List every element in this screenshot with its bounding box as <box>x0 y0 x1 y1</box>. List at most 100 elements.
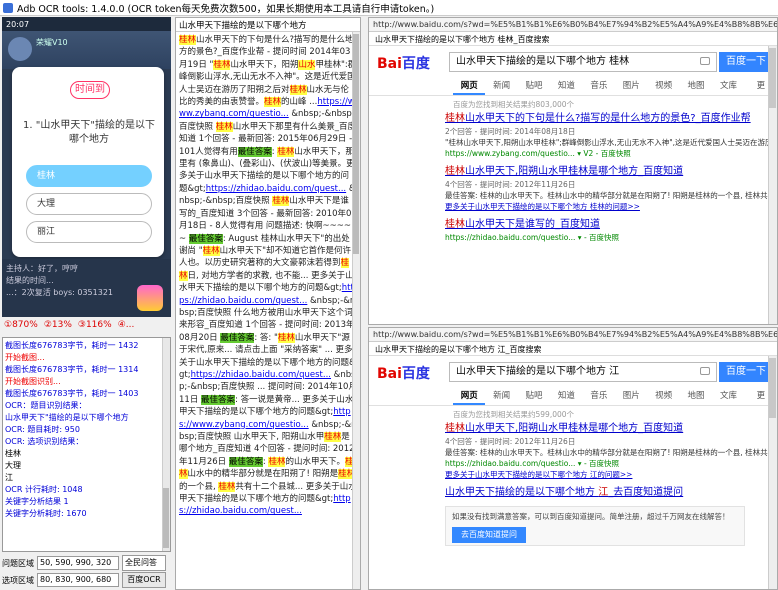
highlight: 桂林 <box>289 84 307 95</box>
nav-tab[interactable]: 视频 <box>647 386 679 405</box>
nav-tab[interactable]: 知道 <box>550 386 582 405</box>
nav-tab[interactable]: 网页 <box>453 386 486 405</box>
nav-tab[interactable]: 文库 <box>712 76 744 95</box>
log-line: 关键字分析结果 1 <box>5 497 69 506</box>
nav-tab[interactable]: 网页 <box>453 76 486 95</box>
highlight: 桂林 <box>202 245 220 256</box>
result-title-link[interactable]: 桂林山水甲天下,阳朔山水甲桂林是哪个地方_百度知道 <box>445 422 777 436</box>
quiz-question: 1. "山水甲天下"描绘的是以下哪个地方 <box>23 120 155 145</box>
avatar <box>8 37 32 61</box>
baidu-logo-bai: Bai <box>377 366 402 382</box>
result-link[interactable]: https://zhidao.baidu.com/quest... <box>191 370 331 380</box>
result-more-link[interactable]: 更多关于山水甲天下描绘的是以下哪个地方 桂林的问题>> <box>445 201 777 212</box>
log-panel[interactable]: 截图长度676783字节，耗时一 1432 开始截图... 截图长度676783字节… <box>2 337 171 552</box>
result-text: 的一个县, <box>179 481 219 492</box>
browser-tab[interactable]: 山水甲天下描绘的是以下哪个地方 江_百度搜索 <box>369 342 777 356</box>
browser-scrollbar[interactable] <box>768 356 777 589</box>
nav-tab[interactable]: 地图 <box>680 76 712 95</box>
stat-option-2: ②13% <box>43 320 72 330</box>
result-more-link[interactable]: 更多关于山水甲天下描绘的是以下哪个地方 江的问题>> <box>445 469 777 480</box>
nav-tab[interactable]: 贴吧 <box>518 386 550 405</box>
quiz-option-3[interactable]: 丽江 <box>26 221 152 243</box>
nav-tab[interactable]: 音乐 <box>583 386 615 405</box>
browser-scrollbar[interactable] <box>768 46 777 324</box>
result-text: 山水甲天下, 阳朔山水甲 <box>233 432 325 442</box>
question-region-input[interactable]: 50, 590, 990, 320 <box>37 556 119 570</box>
nav-tab[interactable]: 新闻 <box>485 386 517 405</box>
result-url[interactable]: https://www.zybang.com/questio... ▾ V2 -… <box>445 148 777 159</box>
highlight: 桂林 <box>264 97 282 108</box>
log-scrollbar[interactable] <box>162 338 170 551</box>
result-title-link[interactable]: 山水甲天下描绘的是以下哪个地方 江_去百度知道提问 <box>445 486 777 500</box>
result-title-keyword: 江 <box>598 487 609 498</box>
baidu-logo[interactable]: Bai百度 <box>377 363 430 383</box>
result-text: 山水甲天下，阳朔 <box>230 59 299 70</box>
nav-tab[interactable]: 地图 <box>680 386 712 405</box>
log-scroll-thumb[interactable] <box>163 488 169 548</box>
camera-icon[interactable] <box>700 367 710 375</box>
nav-tab[interactable]: 音乐 <box>583 76 615 95</box>
result-title-post: 山水甲天下是谁写的_百度知道 <box>465 219 600 230</box>
nav-tab[interactable]: 新闻 <box>485 76 517 95</box>
result-title-post: _去百度知道提问 <box>608 487 684 498</box>
mid-scroll-thumb[interactable] <box>353 34 359 254</box>
result-url[interactable]: https://zhidao.baidu.com/questio... ▾ - … <box>445 232 777 243</box>
app-icon <box>3 2 13 13</box>
result-title-link[interactable]: 桂林山水甲天下是谁写的_百度知道 <box>445 218 777 232</box>
search-button[interactable]: 百度一下 <box>719 52 773 72</box>
quiz-option-2[interactable]: 大理 <box>26 193 152 215</box>
baidu-logo[interactable]: Bai百度 <box>377 53 430 73</box>
camera-icon[interactable] <box>700 57 710 65</box>
option-region-label: 选项区域 <box>2 575 34 585</box>
search-input[interactable]: 山水甲天下描绘的是以下哪个地方 江 <box>449 362 717 382</box>
browser-tab[interactable]: 山水甲天下描绘的是以下哪个地方 桂林_百度搜索 <box>369 32 777 46</box>
address-bar[interactable]: http://www.baidu.com/s?wd=%E5%B1%B1%E6%B… <box>369 328 777 342</box>
mid-scrollbar[interactable] <box>352 32 360 589</box>
highlight: 山水 <box>298 59 316 70</box>
log-line: OCR: 题目耗时: 950 <box>5 425 80 434</box>
ask-zhidao-button[interactable]: 去百度知道提问 <box>452 527 526 543</box>
browser-window-1[interactable]: http://www.baidu.com/s?wd=%E5%B1%B1%E6%B… <box>368 17 778 325</box>
nav-tab[interactable]: 图片 <box>615 76 647 95</box>
quiz-option-1[interactable]: 桂林 <box>26 165 152 187</box>
result-url[interactable]: https://zhidao.baidu.com/questio... ▾ - … <box>445 458 777 469</box>
result-text: 日, 对地方学者的求教, 也不能... 更多关于山水甲天下描绘的是以下哪个地方的… <box>179 270 354 294</box>
result-count: 百度为您找到相关结果约599,000个 <box>453 410 575 419</box>
ask-text: 如果没有找到满意答案，可以到百度知道提问。简单注册，超过千万网友在线解答！ <box>452 512 730 521</box>
highlight: 桂林 <box>213 59 231 70</box>
phone-screen[interactable]: 20:07 荣耀V10 时间到 1. "山水甲天下"描绘的是以下哪个地方 桂林 … <box>2 17 171 317</box>
browser-scroll-thumb[interactable] <box>769 48 776 108</box>
result-title-keyword: 桂林 <box>445 219 465 230</box>
result-link[interactable]: https://zhidao.baidu.com/quest... <box>206 184 346 194</box>
baidu-logo-du: 百度 <box>401 366 430 382</box>
nav-tab[interactable]: 知道 <box>550 76 582 95</box>
gift-icon[interactable] <box>137 285 163 311</box>
log-line: 截图长度676783字节，耗时一 1314 <box>5 365 139 374</box>
option-region-input[interactable]: 80, 830, 900, 680 <box>37 573 119 587</box>
search-result-text-panel[interactable]: 山水甲天下描绘的是以下哪个地方 桂林山水甲天下的下句是什么?描写的是什么地方的景… <box>175 17 361 590</box>
nav-tab[interactable]: 视频 <box>647 76 679 95</box>
nav-tab[interactable]: 图片 <box>615 386 647 405</box>
phone-user-name: 荣耀V10 <box>36 38 68 47</box>
address-bar[interactable]: http://www.baidu.com/s?wd=%E5%B1%B1%E6%B… <box>369 18 777 32</box>
option-region-row: 选项区域 80, 830, 900, 680 百度OCR <box>2 572 166 588</box>
baidu-ocr-button[interactable]: 百度OCR <box>122 572 166 588</box>
nav-tab[interactable]: 文库 <box>712 386 744 405</box>
highlight: 最佳答案 <box>237 146 272 157</box>
search-button[interactable]: 百度一下 <box>719 362 773 382</box>
result-text: 山水中的精华部分就是在阳朔了! 阳朔是 <box>187 469 339 480</box>
result-title-link[interactable]: 桂林山水甲天下的下句是什么?描写的是什么地方的景色?_百度作业帮 <box>445 112 777 126</box>
result-snippet: 最佳答案: 桂林的山水甲天下。桂林山水中的精华部分就是在阳朔了! 阳朔是桂林的一… <box>445 191 777 200</box>
nav-tab[interactable]: 贴吧 <box>518 76 550 95</box>
result-title-link[interactable]: 桂林山水甲天下,阳朔山水甲桂林是哪个地方_百度知道 <box>445 165 777 179</box>
result-title-keyword: 桂林 <box>445 423 465 434</box>
highlight: 最佳答案 <box>201 394 236 405</box>
mid-header: 山水甲天下描绘的是以下哪个地方 <box>176 18 360 32</box>
browser-window-2[interactable]: http://www.baidu.com/s?wd=%E5%B1%B1%E6%B… <box>368 327 778 590</box>
browser-scroll-thumb[interactable] <box>769 358 776 418</box>
result-meta: 2个回答 - 提问时间: 2014年08月18日 <box>445 127 576 136</box>
search-input[interactable]: 山水甲天下描绘的是以下哪个地方 桂林 <box>449 52 717 72</box>
log-line: 江 <box>5 473 13 482</box>
highlight: 桂林 <box>218 481 236 492</box>
mode-select[interactable]: 全民问答 <box>122 555 166 571</box>
